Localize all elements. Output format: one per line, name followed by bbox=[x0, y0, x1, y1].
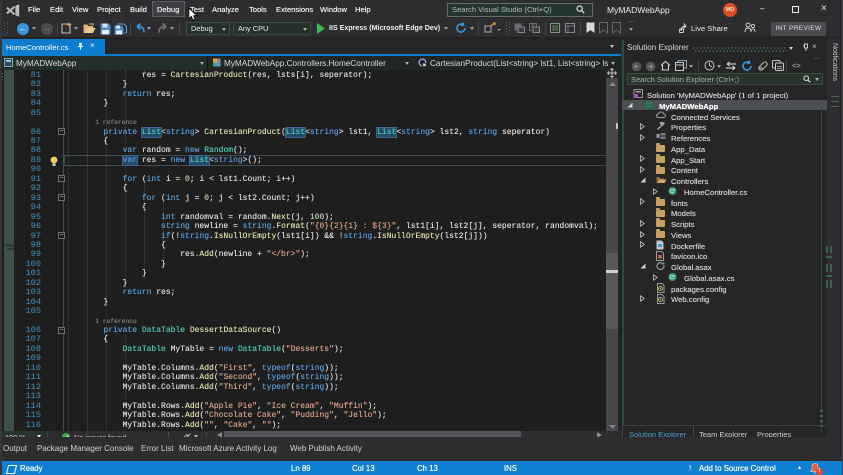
svg-text:#: # bbox=[673, 189, 675, 193]
svg-text:#: # bbox=[673, 275, 675, 279]
